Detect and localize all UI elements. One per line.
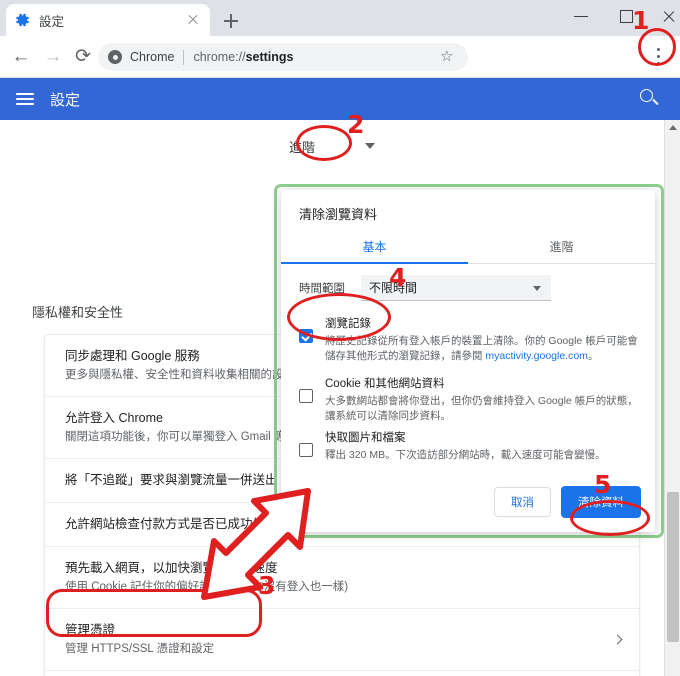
minimize-button[interactable] — [558, 0, 604, 32]
checkbox-browsing-history[interactable] — [299, 329, 313, 343]
time-range-dropdown[interactable]: 不限時間 — [361, 275, 551, 301]
option-description: 大多數網站都會將你登出，但你仍會維持登入 Google 帳戶的狀態，讓系統可以清… — [325, 395, 638, 422]
bookmark-star-icon[interactable]: ☆ — [440, 49, 453, 64]
advanced-label: 進階 — [288, 139, 315, 155]
option-text: Cookie 和其他網站資料 大多數網站都會將你登出，但你仍會維持登入 Goog… — [325, 376, 641, 424]
reload-button[interactable]: ⟳ — [70, 44, 96, 70]
omnibox-url: chrome://settings — [193, 50, 293, 64]
tab-strip: 設定 — [0, 0, 680, 36]
maximize-button[interactable] — [604, 0, 650, 32]
omnibox-url-prefix: chrome:// — [193, 50, 246, 64]
browser-window: 設定 ← → ⟳ Chrome chrome://settings ☆ 設定 進… — [0, 0, 680, 676]
option-text: 瀏覽記錄 將歷史記錄從所有登入帳戶的裝置上清除。你的 Google 帳戶可能會儲… — [325, 316, 641, 364]
cancel-button[interactable]: 取消 — [494, 487, 551, 517]
row-subtitle: 管理 HTTPS/SSL 憑證和設定 — [65, 643, 215, 655]
tab-basic[interactable]: 基本 — [281, 232, 468, 265]
setting-row-certificates[interactable]: 管理憑證 管理 HTTPS/SSL 憑證和設定 — [45, 609, 639, 671]
setting-row-site-settings[interactable]: 網站設定 控制網站可使用的資訊，以及可對你顯示的內容 — [45, 671, 639, 676]
option-description-after: 。 — [587, 350, 599, 362]
browser-menu-button[interactable] — [648, 46, 668, 68]
section-heading-privacy: 隱私權和安全性 — [32, 305, 124, 320]
browser-toolbar: ← → ⟳ Chrome chrome://settings ☆ — [0, 36, 680, 78]
gear-icon — [16, 13, 29, 27]
time-range-label: 時間範圍 — [299, 283, 345, 295]
new-tab-button[interactable] — [218, 8, 244, 34]
row-title: 預先載入網頁，以加快瀏覽及搜尋速度 — [65, 561, 278, 575]
row-subtitle: 使用 Cookie 記住你的偏好設定 (即使你沒有登入也一樣) — [65, 581, 349, 593]
time-range-value: 不限時間 — [369, 281, 418, 295]
setting-row-preload[interactable]: 預先載入網頁，以加快瀏覽及搜尋速度 使用 Cookie 記住你的偏好設定 (即使… — [45, 547, 639, 609]
myactivity-link[interactable]: myactivity.google.com — [485, 350, 588, 362]
row-title: 管理憑證 — [65, 623, 116, 637]
tab-title: 設定 — [39, 14, 65, 29]
tab-advanced[interactable]: 進階 — [468, 232, 655, 263]
close-window-button[interactable] — [650, 0, 680, 32]
option-heading: Cookie 和其他網站資料 — [325, 378, 445, 390]
back-arrow-icon: ← — [11, 46, 31, 67]
search-icon[interactable] — [640, 89, 660, 109]
omnibox-scheme-label: Chrome — [130, 50, 175, 64]
browser-tab[interactable]: 設定 — [6, 4, 210, 36]
chevron-down-icon — [365, 143, 375, 149]
vertical-scrollbar[interactable] — [664, 120, 680, 676]
clear-data-button[interactable]: 清除資料 — [561, 486, 641, 518]
dialog-actions: 取消 清除資料 — [494, 486, 641, 518]
checkbox-cookies[interactable] — [299, 389, 313, 403]
option-heading: 瀏覽記錄 — [325, 318, 371, 330]
scrollbar-thumb[interactable] — [667, 492, 679, 642]
settings-header: 設定 — [0, 78, 680, 120]
option-cached-files[interactable]: 快取圖片和檔案 釋出 320 MB。下次造訪部分網站時，載入速度可能會變慢。 — [295, 430, 641, 463]
omnibox-url-path: settings — [245, 50, 294, 64]
option-description: 釋出 320 MB。下次造訪部分網站時，載入速度可能會變慢。 — [325, 449, 606, 461]
back-button[interactable]: ← — [8, 44, 34, 70]
dialog-tabs: 基本 進階 — [281, 232, 655, 265]
option-text: 快取圖片和檔案 釋出 320 MB。下次造訪部分網站時，載入速度可能會變慢。 — [325, 430, 641, 463]
checkbox-cached-files[interactable] — [299, 443, 313, 457]
chrome-logo-icon — [108, 50, 122, 64]
time-range-row: 時間範圍 不限時間 — [299, 274, 639, 302]
option-browsing-history[interactable]: 瀏覽記錄 將歷史記錄從所有登入帳戶的裝置上清除。你的 Google 帳戶可能會儲… — [295, 316, 641, 364]
chevron-down-icon — [533, 286, 541, 291]
scroll-up-arrow-icon[interactable] — [669, 125, 677, 130]
address-bar[interactable]: Chrome chrome://settings — [98, 43, 468, 71]
chevron-right-icon — [612, 634, 623, 644]
option-cookies[interactable]: Cookie 和其他網站資料 大多數網站都會將你登出，但你仍會維持登入 Goog… — [295, 376, 641, 424]
option-description: 將歷史記錄從所有登入帳戶的裝置上清除。你的 Google 帳戶可能會儲存其他形式… — [325, 334, 641, 364]
hamburger-icon[interactable] — [16, 89, 34, 109]
omnibox-divider — [183, 49, 185, 65]
dialog-title: 清除瀏覽資料 — [299, 207, 378, 222]
forward-button[interactable]: → — [40, 44, 66, 70]
tab-close-icon[interactable] — [184, 11, 202, 29]
option-heading: 快取圖片和檔案 — [325, 432, 406, 444]
reload-icon: ⟳ — [75, 46, 91, 67]
clear-browsing-data-dialog: 清除瀏覽資料 基本 進階 時間範圍 不限時間 瀏覽記錄 將歷史記錄從所有登入帳戶… — [281, 190, 655, 532]
forward-arrow-icon: → — [43, 46, 63, 67]
advanced-toggle[interactable]: 進階 — [0, 120, 664, 172]
page-title: 設定 — [50, 91, 81, 109]
